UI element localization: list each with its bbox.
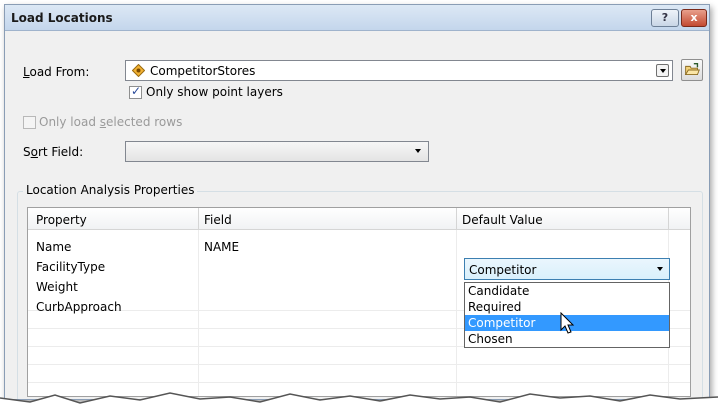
open-folder-icon [684, 62, 700, 75]
column-line [198, 230, 199, 396]
load-from-label: Load From: [23, 65, 90, 79]
group-title: Location Analysis Properties [23, 183, 198, 197]
help-icon: ? [661, 11, 669, 24]
column-divider[interactable] [668, 208, 669, 230]
only-point-layers-checkbox[interactable] [129, 84, 142, 99]
dialog-title: Load Locations [11, 11, 113, 25]
close-icon: x [690, 11, 698, 24]
grid-header: Property Field Default Value [28, 208, 690, 230]
default-value-combobox[interactable]: Competitor [464, 258, 670, 280]
open-folder-button[interactable] [681, 59, 703, 81]
row-weight-property[interactable]: Weight [36, 280, 78, 294]
column-header-field[interactable]: Field [204, 213, 232, 227]
load-from-combobox[interactable]: CompetitorStores [125, 60, 673, 81]
only-selected-rows-checkbox[interactable] [23, 116, 36, 129]
row-facilitytype-property[interactable]: FacilityType [36, 260, 105, 274]
only-selected-rows-label: Only load selected rows [39, 115, 183, 129]
mouse-cursor-icon [560, 312, 575, 334]
sort-field-label: Sort Field: [23, 145, 84, 159]
default-value-selected: Competitor [469, 263, 537, 277]
column-header-property[interactable]: Property [36, 213, 87, 227]
chevron-down-icon[interactable] [412, 145, 425, 158]
properties-grid: Property Field Default Value Name NAME F… [27, 207, 691, 397]
column-line [456, 230, 457, 396]
help-button[interactable]: ? [651, 9, 679, 27]
row-divider [28, 364, 690, 365]
row-name-property[interactable]: Name [36, 240, 71, 254]
load-locations-dialog: Load Locations ? x Load From: Competitor… [4, 4, 710, 400]
column-header-default-value[interactable]: Default Value [462, 213, 543, 227]
sort-field-combobox[interactable] [125, 141, 429, 162]
load-from-value: CompetitorStores [150, 64, 256, 78]
point-layer-icon [132, 64, 145, 77]
chevron-down-icon[interactable] [657, 267, 663, 271]
row-name-field[interactable]: NAME [204, 240, 239, 254]
column-divider[interactable] [456, 208, 457, 230]
torn-edge-decoration [0, 392, 718, 416]
row-curbapproach-property[interactable]: CurbApproach [36, 300, 122, 314]
chevron-down-icon[interactable] [656, 64, 669, 77]
only-point-layers-label: Only show point layers [146, 85, 283, 99]
close-button[interactable]: x [681, 9, 707, 27]
title-bar: Load Locations ? x [5, 5, 709, 31]
column-divider[interactable] [198, 208, 199, 230]
dropdown-option-candidate[interactable]: Candidate [465, 283, 669, 299]
